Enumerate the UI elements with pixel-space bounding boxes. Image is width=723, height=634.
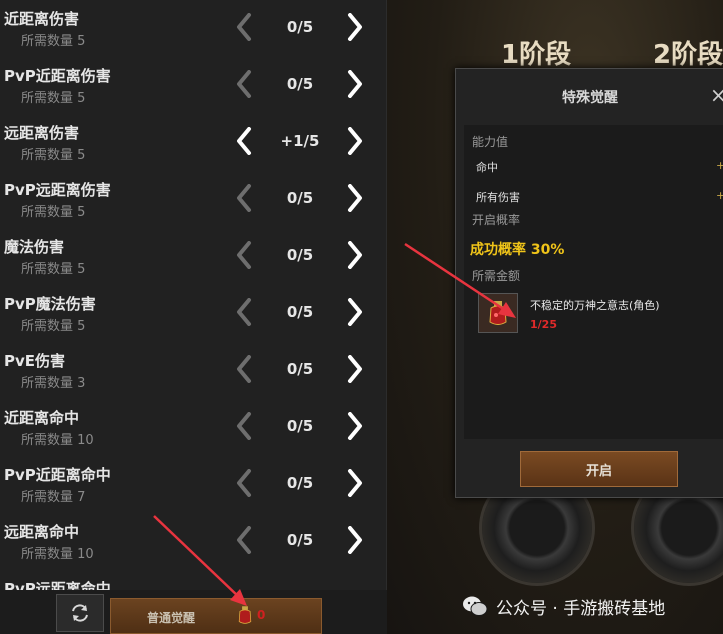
chevron-right-icon[interactable]	[343, 240, 367, 270]
chevron-right-icon[interactable]	[343, 12, 367, 42]
stat-requirement: 所需数量 5	[21, 34, 86, 49]
awaken-cost: 0	[257, 608, 266, 622]
stat-row: 魔法伤害所需数量 5 0/5	[0, 228, 386, 285]
stat-row: 近距离命中所需数量 10 0/5	[0, 399, 386, 456]
ability-hit-plus: +	[716, 159, 723, 172]
chevron-right-icon[interactable]	[343, 354, 367, 384]
red-potion-icon	[478, 293, 518, 333]
open-button[interactable]: 开启	[520, 451, 678, 487]
chevron-left-icon[interactable]	[232, 411, 256, 441]
stat-requirement: 所需数量 5	[21, 91, 86, 106]
stat-count: +1/5	[280, 132, 320, 150]
stat-requirement: 所需数量 7	[21, 490, 86, 505]
stat-name: 远距离命中	[4, 523, 80, 541]
normal-awaken-label: 普通觉醒	[147, 611, 196, 625]
stat-row: 近距离伤害所需数量 5 0/5	[0, 0, 386, 57]
stat-count: 0/5	[286, 417, 314, 435]
ability-all-damage: 所有伤害	[476, 191, 520, 204]
dialog-body: 能力值 命中 + 所有伤害 + 开启概率 成功概率 30% 所需金额 不稳定的万…	[464, 125, 723, 439]
stat-requirement: 所需数量 5	[21, 262, 86, 277]
stat-name: PvP远距离伤害	[4, 181, 111, 199]
chevron-right-icon[interactable]	[343, 126, 367, 156]
stage-1-label: 1阶段	[501, 40, 572, 70]
stat-list-panel[interactable]: 近距离伤害 所需数量 5 0/5 PvP近距离伤害 所需数量 5 0/5 远距离伤害 所需数量…	[0, 0, 387, 590]
stat-count: 0/5	[286, 18, 314, 36]
stat-row: PvP近距离命中所需数量 7 0/5	[0, 456, 386, 513]
chevron-left-icon[interactable]	[232, 354, 256, 384]
stat-row: 远距离命中所需数量 10 0/5	[0, 513, 386, 570]
chevron-right-icon[interactable]	[343, 411, 367, 441]
item-quantity: 1/25	[530, 318, 557, 331]
success-rate: 成功概率 30%	[470, 242, 565, 258]
ability-label: 能力值	[472, 135, 509, 149]
stat-count: 0/5	[286, 246, 314, 264]
stat-name: PvP远距离命中	[4, 580, 111, 590]
stat-row: PvP近距离伤害所需数量 5 0/5	[0, 57, 386, 114]
stat-count: 0/5	[286, 531, 314, 549]
stat-name: PvP魔法伤害	[4, 295, 96, 313]
ability-hit: 命中	[476, 161, 498, 174]
bottom-bar: 普通觉醒 0	[0, 590, 387, 634]
ability-all-damage-plus: +	[716, 189, 723, 202]
item-name: 不稳定的万神之意志(角色)	[530, 299, 660, 312]
stage-2-label: 2阶段	[653, 40, 723, 70]
stat-name: 近距离伤害	[4, 10, 80, 28]
chevron-left-icon[interactable]	[232, 69, 256, 99]
chevron-left-icon[interactable]	[232, 12, 256, 42]
stat-row: PvP魔法伤害所需数量 5 0/5	[0, 285, 386, 342]
stat-row: PvE伤害所需数量 3 0/5	[0, 342, 386, 399]
close-icon[interactable]: ×	[710, 83, 723, 107]
stat-count: 0/5	[286, 474, 314, 492]
stat-count: 0/5	[286, 75, 314, 93]
stat-name: PvP近距离伤害	[4, 67, 111, 85]
chevron-left-icon[interactable]	[232, 183, 256, 213]
stat-row: PvP远距离伤害所需数量 5 0/5	[0, 171, 386, 228]
stat-count: 0/5	[286, 189, 314, 207]
stat-requirement: 所需数量 5	[21, 319, 86, 334]
chevron-left-icon[interactable]	[232, 240, 256, 270]
wechat-icon	[463, 596, 488, 616]
open-rate-label: 开启概率	[472, 213, 521, 227]
watermark: 公众号 · 手游搬砖基地	[462, 593, 720, 619]
chevron-right-icon[interactable]	[343, 525, 367, 555]
chevron-left-icon[interactable]	[232, 468, 256, 498]
stat-row: 远距离伤害所需数量 5 +1/5	[0, 114, 386, 171]
stat-name: 远距离伤害	[4, 124, 80, 142]
chevron-right-icon[interactable]	[343, 297, 367, 327]
stat-requirement: 所需数量 5	[21, 205, 86, 220]
stat-requirement: 所需数量 10	[21, 547, 94, 562]
dialog-title: 特殊觉醒	[562, 90, 618, 106]
refresh-icon	[72, 604, 88, 622]
stat-name: 近距离命中	[4, 409, 80, 427]
stat-row: PvP远距离命中	[0, 570, 386, 590]
chevron-right-icon[interactable]	[343, 183, 367, 213]
stat-requirement: 所需数量 5	[21, 148, 86, 163]
stat-name: PvP近距离命中	[4, 466, 111, 484]
stat-requirement: 所需数量 3	[21, 376, 86, 391]
stat-count: 0/5	[286, 360, 314, 378]
normal-awaken-button[interactable]: 普通觉醒 0	[110, 598, 322, 634]
special-awakening-dialog: 特殊觉醒 × 能力值 命中 + 所有伤害 + 开启概率 成功概率 30% 所需金…	[455, 68, 723, 498]
red-potion-icon	[237, 605, 253, 628]
chevron-right-icon[interactable]	[343, 468, 367, 498]
stat-name: 魔法伤害	[4, 238, 65, 256]
refresh-button[interactable]	[56, 594, 104, 632]
stat-count: 0/5	[286, 303, 314, 321]
stat-name: PvE伤害	[4, 352, 66, 370]
cost-label: 所需金额	[472, 269, 521, 283]
chevron-left-icon[interactable]	[232, 297, 256, 327]
chevron-right-icon[interactable]	[343, 69, 367, 99]
chevron-left-icon[interactable]	[232, 126, 256, 156]
chevron-left-icon[interactable]	[232, 525, 256, 555]
stat-requirement: 所需数量 10	[21, 433, 94, 448]
watermark-text: 公众号 · 手游搬砖基地	[496, 598, 666, 619]
